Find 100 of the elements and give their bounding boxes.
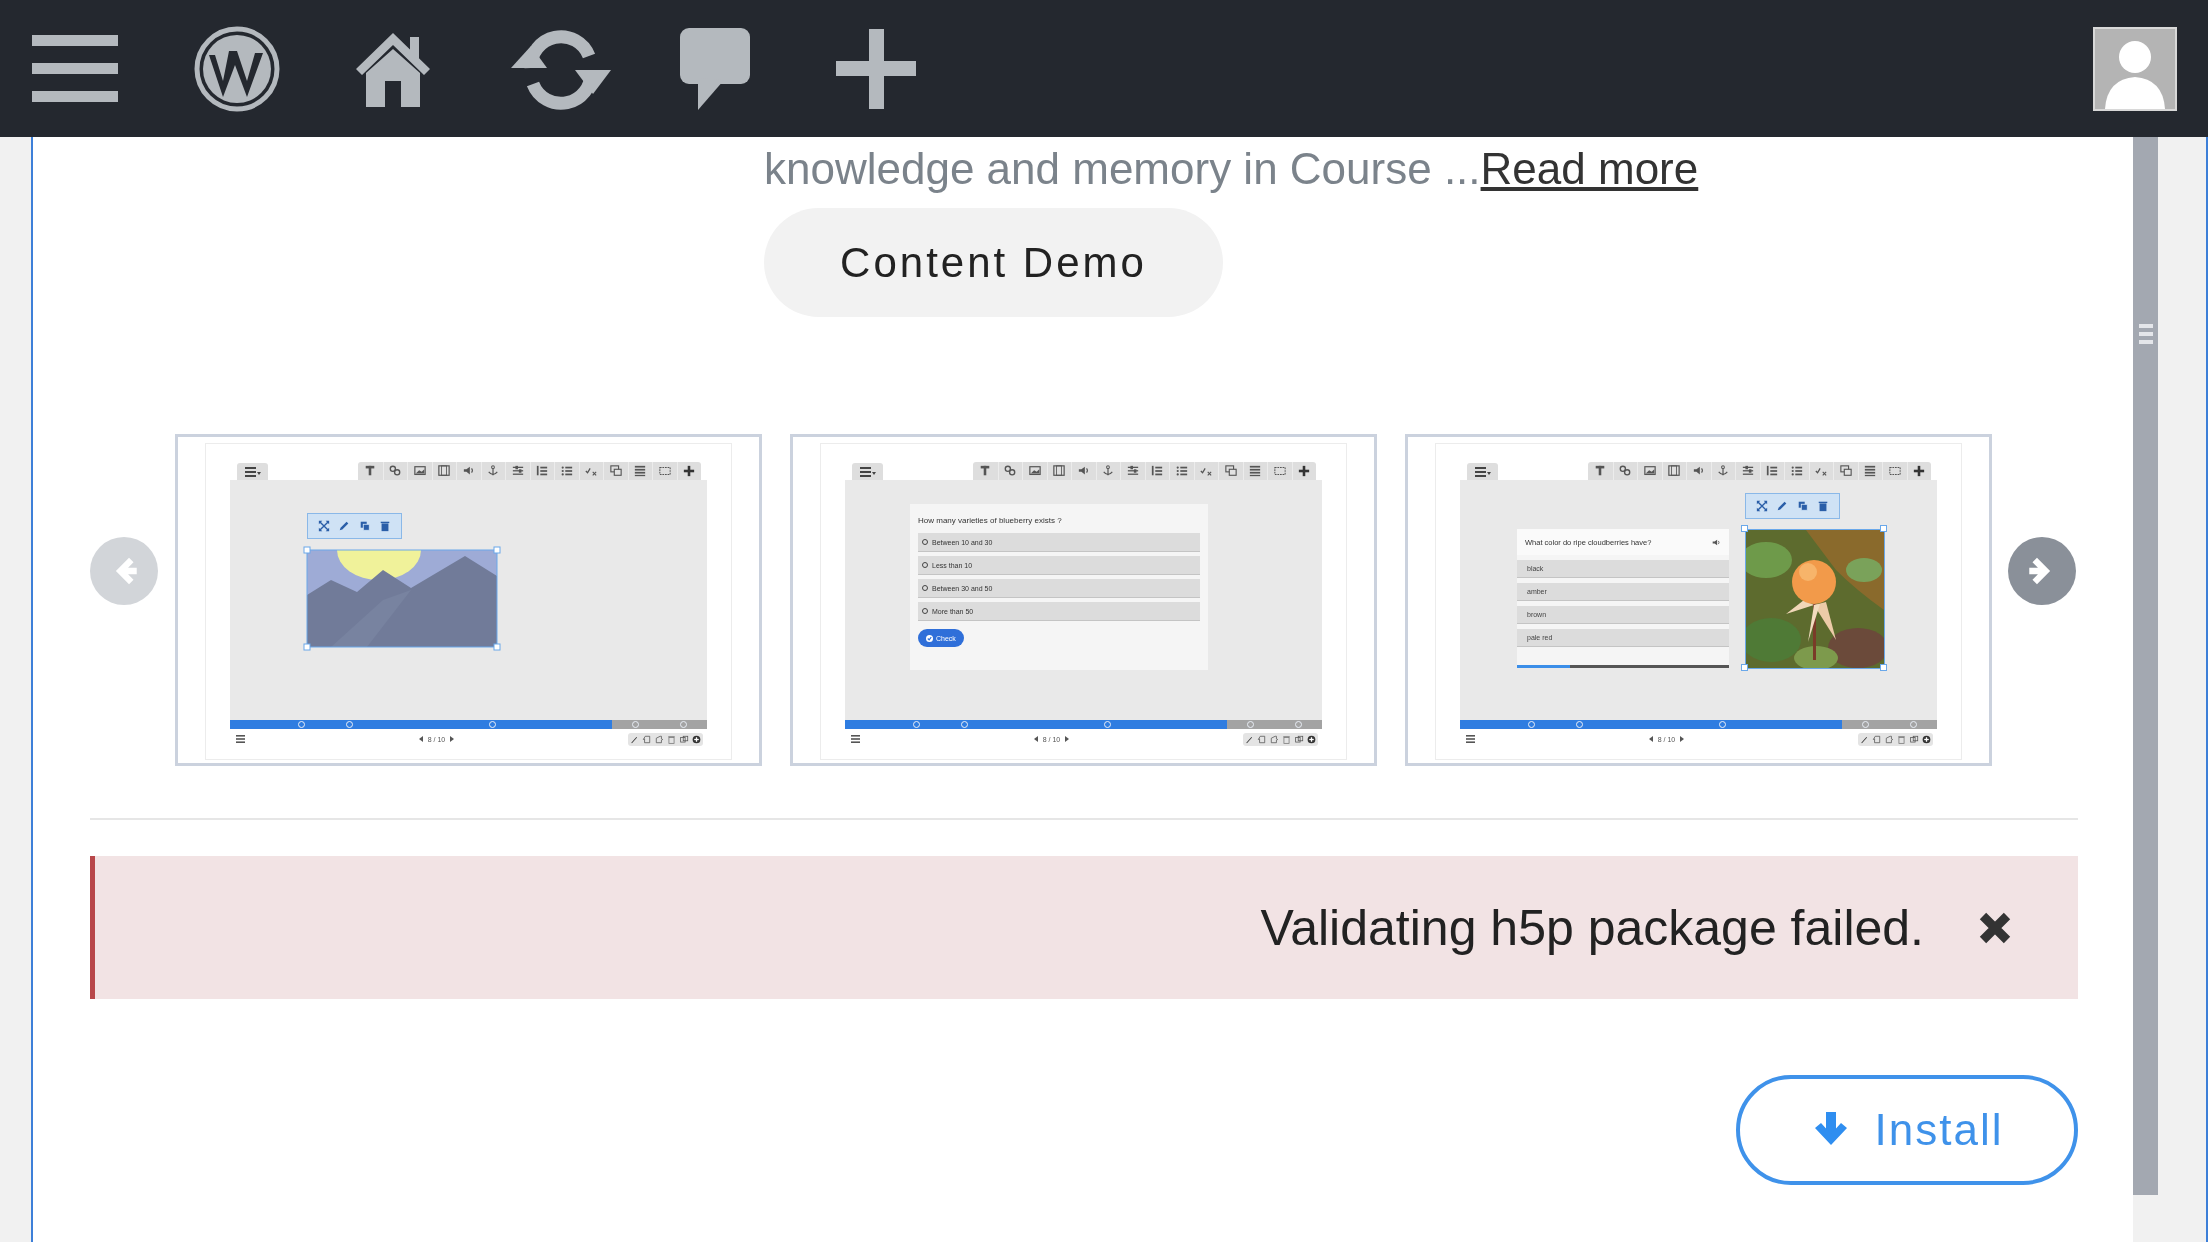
read-more-link[interactable]: Read more <box>1480 144 1699 193</box>
numbered-list-icon <box>1766 465 1779 477</box>
menu-icon <box>851 735 860 743</box>
format-icon <box>364 465 377 477</box>
previous-slide-button[interactable] <box>418 736 423 742</box>
bullet-list-icon <box>1175 465 1188 477</box>
speaker-icon <box>1077 465 1090 477</box>
copy-icon <box>1909 734 1919 744</box>
menu-dropdown-button[interactable] <box>852 463 883 480</box>
film-icon <box>1053 465 1066 477</box>
image-icon <box>1028 465 1041 477</box>
blank-field-icon <box>658 465 671 477</box>
plus-icon <box>836 28 916 109</box>
next-slide-button[interactable] <box>1065 736 1070 742</box>
grip-icon <box>2138 323 2153 345</box>
pencil-icon <box>1776 500 1789 512</box>
brush-icon <box>1244 734 1254 744</box>
checkmark-cross-icon <box>585 465 598 477</box>
link-icon <box>1004 465 1017 477</box>
trash-icon <box>378 520 391 532</box>
speaker-icon <box>1712 538 1721 546</box>
menu-button[interactable] <box>236 735 245 743</box>
trash-icon <box>1897 734 1907 744</box>
previous-slide-button[interactable] <box>1648 736 1653 742</box>
resize-handle[interactable] <box>1880 664 1887 671</box>
dialog-icon <box>1224 465 1237 477</box>
error-message: Validating h5p package failed. <box>1260 898 1924 957</box>
menu-icon <box>236 735 245 743</box>
trash-icon <box>1816 500 1829 512</box>
right-triangle-icon <box>1680 736 1685 742</box>
pencil-button[interactable] <box>338 520 351 532</box>
menu-dropdown-button[interactable] <box>237 463 268 480</box>
copy-button[interactable] <box>358 520 371 532</box>
plus-icon <box>683 465 696 477</box>
checkmark-cross-icon <box>1815 465 1828 477</box>
menu-dropdown-button[interactable] <box>1467 463 1498 480</box>
move-icon <box>318 520 331 532</box>
pencil-button[interactable] <box>1776 500 1789 512</box>
left-triangle-icon <box>1648 736 1653 742</box>
brush-icon <box>629 734 639 744</box>
move-button[interactable] <box>318 520 331 532</box>
dialog-icon <box>1839 465 1852 477</box>
close-icon <box>1978 910 2012 945</box>
slide-right-icon <box>1269 734 1279 744</box>
question-text: How many varieties of blueberry exists ? <box>918 516 1063 525</box>
plus-icon <box>1913 465 1926 477</box>
copy-icon <box>679 734 689 744</box>
blank-field-icon <box>1888 465 1901 477</box>
film-icon <box>1668 465 1681 477</box>
menu-caret-icon <box>244 466 261 477</box>
content-demo-button[interactable]: Content Demo <box>764 208 1223 317</box>
anchor-icon <box>1717 465 1730 477</box>
comment-icon <box>680 27 750 110</box>
format-icon <box>1594 465 1607 477</box>
copy-icon <box>1796 500 1809 512</box>
next-slide-button[interactable] <box>450 736 455 742</box>
bullet-list-icon <box>560 465 573 477</box>
menu-button[interactable] <box>851 735 860 743</box>
close-button[interactable] <box>1978 910 2012 945</box>
speaker-icon <box>462 465 475 477</box>
sliders-icon <box>511 465 524 477</box>
move-icon <box>1756 500 1769 512</box>
numbered-list-icon <box>1151 465 1164 477</box>
menu-caret-icon <box>859 466 876 477</box>
trash-icon <box>1282 734 1292 744</box>
next-slide-button[interactable] <box>1680 736 1685 742</box>
check-circle-icon <box>926 634 933 642</box>
copy-button[interactable] <box>1796 500 1809 512</box>
image-icon <box>413 465 426 477</box>
plus-button[interactable] <box>836 28 916 109</box>
menu-button[interactable] <box>1466 735 1475 743</box>
speaker-icon <box>1692 465 1705 477</box>
scrollbar[interactable] <box>2133 137 2158 1195</box>
resize-handle[interactable] <box>1741 525 1748 532</box>
menu-caret-icon <box>1474 466 1491 477</box>
previous-slide-button[interactable] <box>1033 736 1038 742</box>
comment-button[interactable] <box>680 27 750 110</box>
slide-left-icon <box>1257 734 1267 744</box>
sliders-icon <box>1741 465 1754 477</box>
trash-icon <box>667 734 677 744</box>
resize-handle[interactable] <box>1880 525 1887 532</box>
resize-handle[interactable] <box>1741 664 1748 671</box>
film-icon <box>438 465 451 477</box>
pencil-icon <box>338 520 351 532</box>
right-triangle-icon <box>1065 736 1070 742</box>
list-icon <box>634 465 647 477</box>
sliders-icon <box>1126 465 1139 477</box>
trash-button[interactable] <box>1816 500 1829 512</box>
list-icon <box>1249 465 1262 477</box>
slide-right-icon <box>1884 734 1894 744</box>
add-circle-icon <box>692 734 702 744</box>
blank-field-icon <box>1273 465 1286 477</box>
brush-icon <box>1859 734 1869 744</box>
description-text: knowledge and memory in Course ... <box>764 144 1481 193</box>
numbered-list-icon <box>536 465 549 477</box>
trash-button[interactable] <box>378 520 391 532</box>
logo-button[interactable] <box>193 24 281 113</box>
right-triangle-icon <box>450 736 455 742</box>
move-button[interactable] <box>1756 500 1769 512</box>
bullet-list-icon <box>1790 465 1803 477</box>
